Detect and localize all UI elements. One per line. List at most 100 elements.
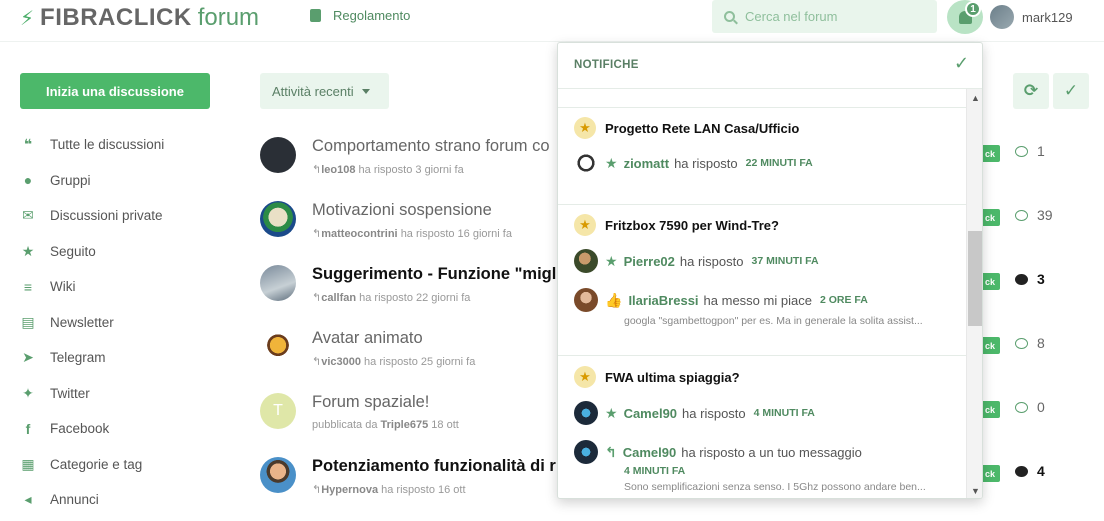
reply-count: 0 bbox=[1015, 399, 1045, 415]
sidebar-item-telegram[interactable]: ➤ Telegram bbox=[20, 340, 220, 376]
notification-item[interactable]: ↰ Camel90 ha risposto a un tuo messaggio bbox=[574, 440, 862, 464]
sidebar-item-newsletter[interactable]: ▤ Newsletter bbox=[20, 305, 220, 341]
notification-user: Camel90 bbox=[623, 405, 678, 421]
discussion-title[interactable]: Forum spaziale! bbox=[312, 393, 429, 412]
notification-user: IlariaBressi bbox=[628, 292, 699, 308]
notification-group-title[interactable]: ★ Fritzbox 7590 per Wind-Tre? bbox=[574, 214, 779, 236]
notification-action: ha risposto bbox=[682, 405, 746, 421]
sort-dropdown[interactable]: Attività recenti bbox=[260, 73, 389, 109]
sidebar-item-announcements[interactable]: ◂ Annunci bbox=[20, 482, 220, 518]
discussion-title[interactable]: Potenziamento funzionalità di ri bbox=[312, 457, 560, 476]
discussion-title[interactable]: Motivazioni sospensione bbox=[312, 201, 492, 220]
reply-text: ha risposto 25 giorni fa bbox=[364, 356, 476, 368]
search-placeholder: Cerca nel forum bbox=[745, 9, 838, 24]
book-icon bbox=[310, 9, 321, 22]
comment-icon bbox=[1015, 145, 1028, 157]
sidebar-item-categories[interactable]: ▦ Categorie e tag bbox=[20, 447, 220, 483]
reply-count-value: 3 bbox=[1037, 271, 1045, 287]
reply-user[interactable]: vic3000 bbox=[321, 356, 361, 368]
notification-item[interactable]: ★ ziomatt ha risposto 22 MINUTI FA bbox=[574, 151, 813, 175]
discussion-meta: pubblicata da Triple675 18 ott bbox=[312, 419, 459, 431]
forum-logo[interactable]: ⚡ FIBRACLICK forum bbox=[20, 4, 260, 31]
sidebar-item-label: Facebook bbox=[50, 421, 110, 437]
mark-all-read-button[interactable]: ✓ bbox=[1053, 73, 1089, 109]
discussion-meta: ↰leo108 ha risposto 3 giorni fa bbox=[312, 164, 464, 176]
sidebar-item-all-discussions[interactable]: ❝ Tutte le discussioni bbox=[20, 127, 220, 163]
notification-user: Camel90 bbox=[622, 444, 677, 460]
avatar bbox=[260, 201, 296, 237]
notifications-scrollbar[interactable]: ▲ ▼ bbox=[966, 89, 982, 498]
tag-badge[interactable]: ck bbox=[980, 465, 1000, 482]
user-menu[interactable]: mark129 bbox=[990, 5, 1073, 29]
tag-badge[interactable]: ck bbox=[980, 401, 1000, 418]
reply-count-value: 0 bbox=[1037, 399, 1045, 415]
reply-user[interactable]: Triple675 bbox=[381, 419, 429, 431]
sidebar-item-groups[interactable]: ● Gruppi bbox=[20, 163, 220, 199]
sidebar-item-label: Gruppi bbox=[50, 172, 91, 188]
notification-action: ha risposto bbox=[679, 253, 744, 269]
discussion-title: FWA ultima spiaggia? bbox=[605, 369, 740, 385]
logo-text-strong: FIBRACLICK bbox=[40, 4, 192, 31]
search-input[interactable]: Cerca nel forum bbox=[712, 0, 937, 33]
refresh-button[interactable]: ⟳ bbox=[1013, 73, 1049, 109]
avatar bbox=[990, 5, 1014, 29]
telegram-icon: ➤ bbox=[22, 349, 34, 366]
refresh-icon: ⟳ bbox=[1023, 81, 1039, 100]
chat-icon: ❝ bbox=[23, 136, 33, 153]
sidebar-item-following[interactable]: ★ Seguito bbox=[20, 234, 220, 270]
start-discussion-button[interactable]: Inizia una discussione bbox=[20, 73, 210, 109]
check-icon: ✓ bbox=[954, 53, 970, 73]
comment-icon bbox=[1015, 273, 1028, 285]
sidebar-item-label: Twitter bbox=[50, 385, 90, 401]
username: mark129 bbox=[1022, 9, 1073, 25]
avatar bbox=[260, 329, 296, 365]
star-icon: ★ bbox=[574, 117, 596, 139]
list-icon: ≡ bbox=[23, 278, 33, 295]
comment-icon bbox=[1015, 337, 1028, 349]
tag-badge[interactable]: ck bbox=[980, 209, 1000, 226]
tag-badge[interactable]: ck bbox=[980, 145, 1000, 162]
notification-action: ha risposto a un tuo messaggio bbox=[681, 444, 862, 460]
notification-time: 4 MINUTI FA bbox=[753, 407, 815, 419]
sidebar-item-twitter[interactable]: ✦ Twitter bbox=[20, 376, 220, 412]
tag-badge[interactable]: ck bbox=[980, 273, 1000, 290]
discussion-title[interactable]: Suggerimento - Funzione "miglio bbox=[312, 265, 571, 284]
sidebar-item-wiki[interactable]: ≡ Wiki bbox=[20, 269, 220, 305]
sidebar-item-facebook[interactable]: f Facebook bbox=[20, 411, 220, 447]
notification-item[interactable]: ★ Pierre02 ha risposto 37 MINUTI FA bbox=[574, 249, 819, 273]
reply-count-value: 39 bbox=[1037, 207, 1053, 223]
reply-user[interactable]: matteocontrini bbox=[321, 228, 397, 240]
reply-user[interactable]: callfan bbox=[321, 292, 356, 304]
reply-count-value: 4 bbox=[1037, 463, 1045, 479]
logo-text-light: forum bbox=[197, 4, 260, 31]
tag-badge[interactable]: ck bbox=[980, 337, 1000, 354]
reply-user[interactable]: Hypernova bbox=[321, 484, 378, 496]
discussion-title[interactable]: Avatar animato bbox=[312, 329, 423, 348]
facebook-icon: f bbox=[25, 420, 31, 437]
notification-user: ziomatt bbox=[623, 155, 670, 171]
notification-group-title[interactable]: ★ Progetto Rete LAN Casa/Ufficio bbox=[574, 117, 799, 139]
sidebar-item-label: Wiki bbox=[50, 279, 76, 295]
reply-user[interactable]: leo108 bbox=[321, 164, 355, 176]
chevron-down-icon[interactable]: ▼ bbox=[971, 486, 980, 496]
discussion-title[interactable]: Comportamento strano forum co bbox=[312, 137, 550, 156]
scrollbar-thumb[interactable] bbox=[968, 231, 982, 326]
notification-item[interactable]: ★ Camel90 ha risposto 4 MINUTI FA bbox=[574, 401, 815, 425]
reply-count: 1 bbox=[1015, 143, 1045, 159]
notification-item[interactable]: 👍 IlariaBressi ha messo mi piace 2 ORE F… bbox=[574, 288, 868, 312]
chevron-up-icon[interactable]: ▲ bbox=[971, 93, 980, 103]
regolamento-link[interactable]: Regolamento bbox=[310, 8, 410, 23]
sidebar-item-label: Annunci bbox=[50, 492, 99, 508]
notification-group-title[interactable]: ★ FWA ultima spiaggia? bbox=[574, 366, 740, 388]
mark-notifications-read-button[interactable]: ✓ bbox=[954, 53, 969, 74]
notification-time: 2 ORE FA bbox=[819, 294, 868, 306]
avatar bbox=[260, 457, 296, 493]
notification-action: ha risposto bbox=[674, 155, 738, 171]
notification-user: Pierre02 bbox=[623, 253, 675, 269]
reply-text: ha risposto 16 giorni fa bbox=[400, 228, 512, 240]
star-icon: ★ bbox=[574, 214, 596, 236]
reply-count: 3 bbox=[1015, 271, 1045, 287]
divider bbox=[558, 107, 966, 108]
sidebar-item-private[interactable]: ✉ Discussioni private bbox=[20, 198, 220, 234]
avatar bbox=[574, 440, 598, 464]
